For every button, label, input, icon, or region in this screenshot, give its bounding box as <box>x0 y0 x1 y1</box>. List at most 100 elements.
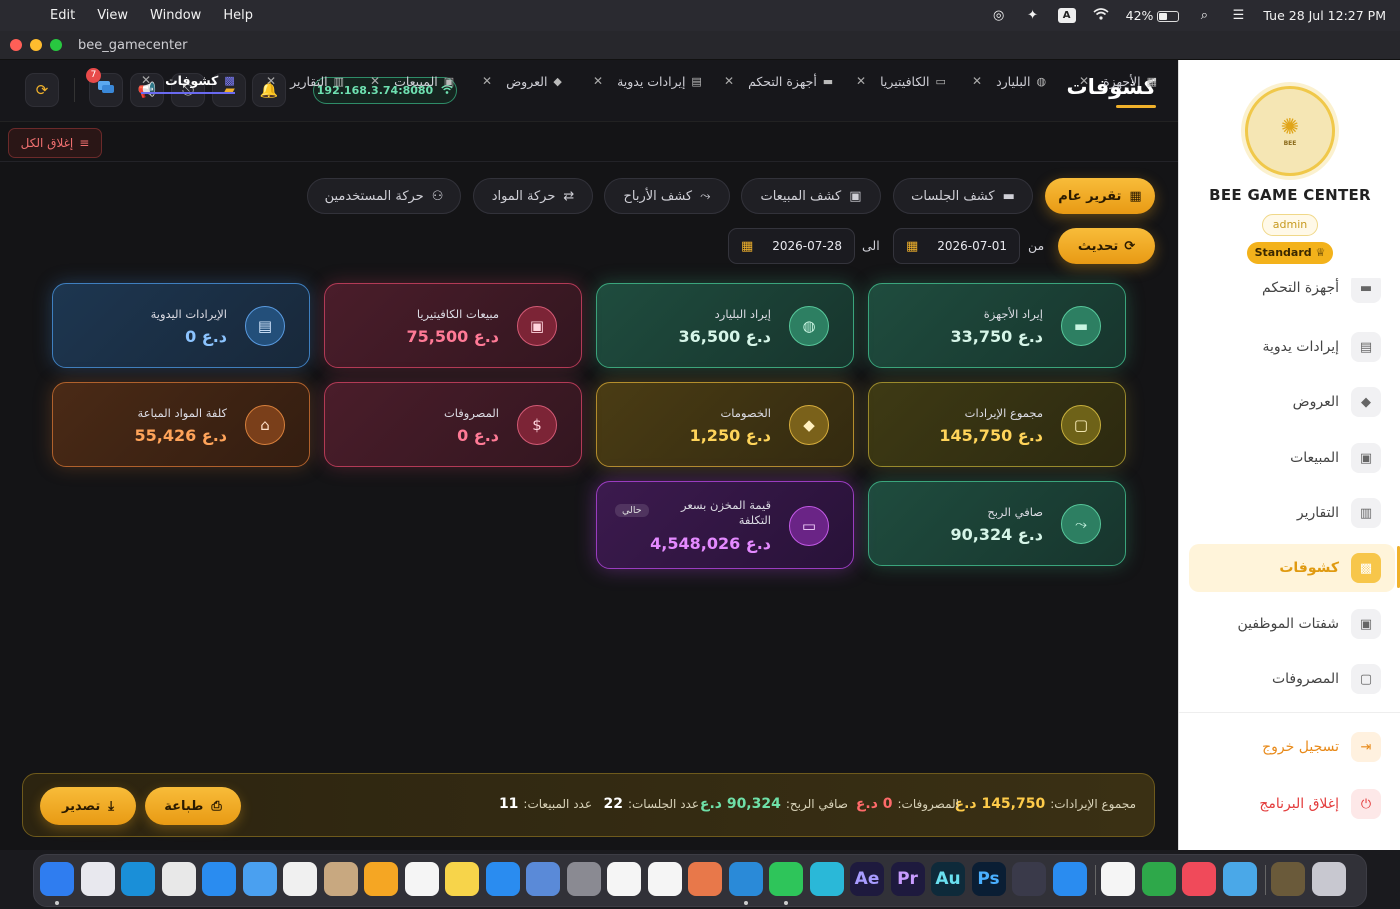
stat-card-net-profit: ⤳ صافي الربح 90,324 د.ع <box>868 481 1126 566</box>
dock-app-ps-icon[interactable]: Ps <box>971 862 1006 896</box>
tab-controllers[interactable]: ✕ أجهزة التحكم ▬ <box>724 68 833 94</box>
reload-button[interactable]: ⟳ <box>25 73 59 107</box>
window-close-button[interactable] <box>10 39 22 51</box>
sidebar-item-controllers[interactable]: أجهزة التحكم ▬ <box>1189 278 1395 312</box>
tab-cafeteria[interactable]: ✕ الكافيتيريا ▭ <box>856 68 946 94</box>
dock-app-settings-icon[interactable] <box>566 862 601 896</box>
window-minimize-button[interactable] <box>30 39 42 51</box>
menu-view[interactable]: View <box>97 8 128 23</box>
export-button[interactable]: تصدير ⤓ <box>40 787 136 825</box>
dock-app-sheets-icon[interactable] <box>1101 862 1135 896</box>
dock-app-edge-icon[interactable] <box>121 862 155 896</box>
spotlight-search-icon[interactable]: ⌕ <box>1195 8 1213 23</box>
dock-app-ae-icon[interactable]: Ae <box>850 862 884 896</box>
close-icon[interactable]: ✕ <box>972 74 982 88</box>
tab-sales[interactable]: ✕ المبيعات ▣ <box>370 68 454 94</box>
materials-movement-button[interactable]: حركة المواد ⇄ <box>473 178 593 214</box>
sessions-report-button[interactable]: كشف الجلسات ▬ <box>893 178 1033 214</box>
menubar-clock[interactable]: Tue 28 Jul 12:27 PM <box>1263 8 1386 23</box>
tab-reports[interactable]: ✕ التقارير ▥ <box>266 68 344 94</box>
stat-card-expenses: $ المصروفات 0 د.ع <box>324 382 582 467</box>
close-icon[interactable]: ✕ <box>370 74 380 88</box>
sidebar-item-label: تسجيل خروج <box>1262 739 1339 755</box>
menu-edit[interactable]: Edit <box>50 8 75 23</box>
menu-window[interactable]: Window <box>150 8 201 23</box>
dock-app-app-store-icon[interactable] <box>485 862 520 896</box>
dock-app-safari-icon[interactable] <box>202 862 236 896</box>
tab-devices[interactable]: ✕ الأجهزة ▦ <box>1079 68 1157 94</box>
calendar-icon[interactable]: ▦ <box>741 239 753 254</box>
close-icon[interactable]: ✕ <box>593 74 603 88</box>
sparkle-icon[interactable]: ✦ <box>1024 8 1042 23</box>
profits-report-button[interactable]: كشف الأرباح ⤳ <box>604 178 730 214</box>
sidebar-item-statements[interactable]: كشوفات ▩ <box>1189 544 1395 592</box>
dock-app-chatgpt-icon[interactable] <box>607 862 641 896</box>
dock-app-contacts-icon[interactable] <box>323 862 358 896</box>
wifi-icon[interactable] <box>1092 7 1110 24</box>
dock-app-music-icon[interactable] <box>1182 862 1216 896</box>
dock-app-quicktime-icon[interactable] <box>1052 862 1087 896</box>
print-button[interactable]: طباعة ⎙ <box>145 787 241 825</box>
dock-app-numbers-icon[interactable] <box>1141 862 1176 896</box>
dock-app-simulator-icon[interactable] <box>526 862 560 896</box>
to-label: الى <box>862 238 880 253</box>
button-label: حركة المستخدمين <box>324 188 424 204</box>
close-icon[interactable]: ✕ <box>724 74 734 88</box>
tab-manual-revenue[interactable]: ✕ إيرادات يدوية ▤ <box>593 68 702 94</box>
close-icon[interactable]: ✕ <box>1079 74 1089 88</box>
sidebar-item-manual-revenue[interactable]: إيرادات يدوية ▤ <box>1189 323 1395 371</box>
quit-app-button[interactable]: إغلاق البرنامج ⏻ <box>1189 780 1395 828</box>
dock-app-claude-icon[interactable] <box>688 862 722 896</box>
from-date-input[interactable]: ▦ 2026-07-01 <box>893 228 1020 264</box>
dock-app-au-icon[interactable]: Au <box>931 862 965 896</box>
calendar-icon[interactable]: ▦ <box>906 239 918 254</box>
users-movement-button[interactable]: حركة المستخدمين ⚇ <box>307 178 461 214</box>
sidebar-item-reports[interactable]: التقارير ▥ <box>1189 489 1395 537</box>
menu-help[interactable]: Help <box>223 8 253 23</box>
sidebar-item-offers[interactable]: العروض ◆ <box>1189 378 1395 426</box>
keyboard-input-icon[interactable]: A <box>1057 8 1076 23</box>
dock-app-notes-icon[interactable] <box>445 862 479 896</box>
close-all-tabs-button[interactable]: إغلاق الكل ≡ <box>8 128 102 158</box>
dock-app-pages-icon[interactable] <box>364 862 398 896</box>
sidebar-item-staff-shifts[interactable]: شفتات الموظفين ▣ <box>1189 600 1395 648</box>
dock-app-mail-icon[interactable] <box>242 862 277 896</box>
general-report-button[interactable]: تقرير عام ▦ <box>1045 178 1155 214</box>
control-center-icon[interactable]: ☰ <box>1229 8 1247 23</box>
close-icon[interactable]: ✕ <box>482 74 492 88</box>
dock-app-davinci-icon[interactable] <box>1012 862 1046 896</box>
dock-app-vs-code-icon[interactable] <box>728 862 763 896</box>
close-icon[interactable]: ✕ <box>266 74 276 88</box>
sidebar-item-expenses[interactable]: المصروفات ▢ <box>1189 655 1395 703</box>
cafe-icon: ▭ <box>935 74 946 88</box>
sidebar-item-sales[interactable]: المبيعات ▣ <box>1189 434 1395 482</box>
tab-label: الأجهزة <box>1103 73 1141 89</box>
dock-app-canva-icon[interactable] <box>809 862 844 896</box>
close-icon[interactable]: ✕ <box>141 73 151 87</box>
logout-button[interactable]: تسجيل خروج ⇥ <box>1189 723 1395 771</box>
dock-app-photos-icon[interactable] <box>283 862 317 896</box>
tab-offers[interactable]: ✕ العروض ◆ <box>482 68 562 94</box>
refresh-report-button[interactable]: تحديث ⟳ <box>1058 228 1155 264</box>
sales-report-button[interactable]: كشف المبيعات ▣ <box>741 178 881 214</box>
dock-app-finder-icon[interactable] <box>40 862 74 896</box>
dock-app-flutter-icon[interactable] <box>1222 862 1257 896</box>
tab-statements[interactable]: ✕ كشوفات ▩ <box>141 68 235 94</box>
dock-app-chrome-icon[interactable] <box>161 862 196 896</box>
window-zoom-button[interactable] <box>50 39 62 51</box>
battery-status[interactable]: 42% <box>1126 8 1180 23</box>
creative-cloud-icon[interactable]: ◎ <box>990 8 1008 23</box>
dock-app-gemini-icon[interactable] <box>647 862 682 896</box>
dock-app-pr-icon[interactable]: Pr <box>890 862 925 896</box>
dock-app-reminders-icon[interactable] <box>404 862 439 896</box>
card-icon: ▤ <box>1351 332 1381 362</box>
dock-app-whatsapp-icon[interactable] <box>769 862 803 896</box>
tab-billiard[interactable]: ✕ البليارد ◍ <box>972 68 1046 94</box>
to-date-input[interactable]: ▦ 2026-07-28 <box>728 228 855 264</box>
messages-button[interactable]: 7 <box>86 68 123 107</box>
dock-app-trash-icon[interactable] <box>1311 862 1346 896</box>
close-icon[interactable]: ✕ <box>856 74 866 88</box>
card-label: إيراد الأجهزة <box>983 307 1043 321</box>
dock-app-downloads-icon[interactable] <box>1271 862 1305 896</box>
dock-app-launchpad-icon[interactable] <box>80 862 115 896</box>
